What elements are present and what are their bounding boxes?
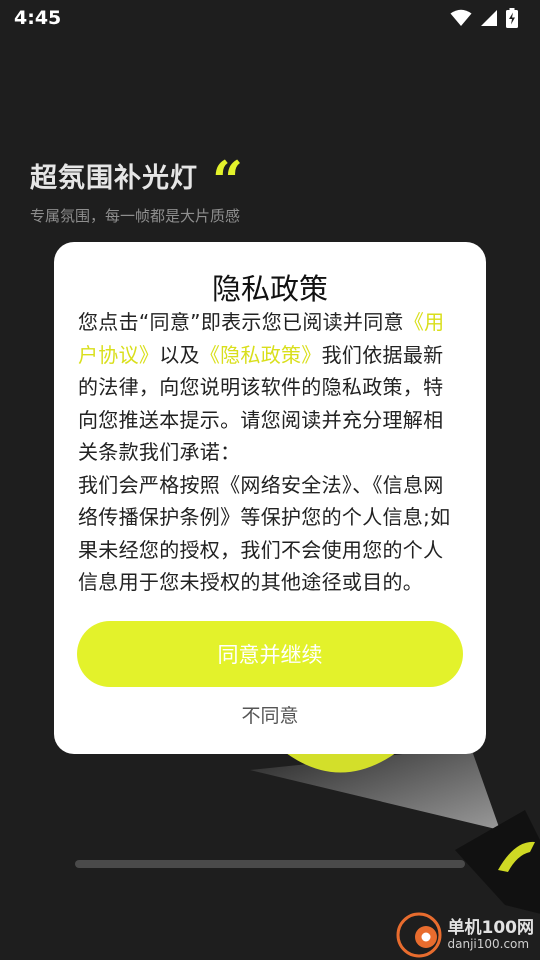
dialog-title: 隐私政策 (211, 272, 328, 306)
watermark-url: danji100.com (447, 936, 530, 951)
body-text-2: 以及 (159, 342, 200, 367)
agree-continue-button[interactable]: 同意并继续 (77, 621, 463, 687)
privacy-dialog: 隐私政策 您点击“同意”即表示您已阅读并同意《用户协议》以及《隐私政策》我们依据… (54, 242, 486, 754)
body-text-1: 您点击“同意”即表示您已阅读并同意 (78, 310, 404, 334)
app-subline: 专属氛围，每一帧都是大片质感 (30, 207, 241, 225)
quote-mark-icon: “ (212, 149, 245, 213)
watermark: 单机100网 danji100.com (396, 912, 535, 958)
progress-track (75, 860, 465, 868)
headline-text: 超氛围补光灯 (30, 162, 198, 194)
app-headline: 超氛围补光灯 “ (30, 148, 244, 208)
body-text-4: 我们会严格按照《网络安全法》、《信息网络传播保护条例》等保护您的个人信息;如果未… (78, 472, 451, 595)
dialog-body: 您点击“同意”即表示您已阅读并同意《用户协议》以及《隐私政策》我们依据最新的法律… (78, 306, 462, 599)
decline-button[interactable]: 不同意 (54, 700, 486, 729)
privacy-policy-link[interactable]: 《隐私政策》 (200, 343, 322, 367)
battery-charging-icon (506, 8, 518, 28)
status-bar: 4:45 (0, 0, 540, 36)
watermark-logo-icon (396, 912, 441, 958)
signal-icon (481, 10, 497, 26)
wifi-icon (450, 9, 472, 26)
watermark-name: 单机100网 (447, 918, 535, 939)
status-icons (450, 8, 518, 28)
status-time: 4:45 (14, 7, 62, 29)
